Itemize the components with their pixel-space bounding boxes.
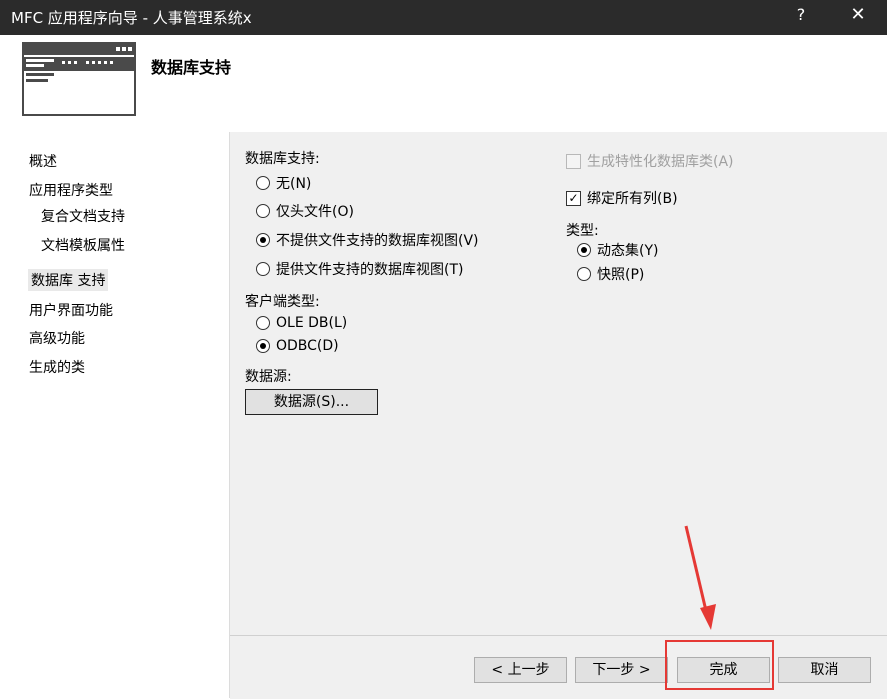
nav-item-compound-doc[interactable]: 复合文档支持: [41, 206, 125, 226]
type-label: 类型:: [566, 223, 599, 239]
custom-db-class-checkbox[interactable]: 生成特性化数据库类(A): [566, 151, 734, 171]
cancel-button[interactable]: 取消: [778, 657, 871, 683]
data-source-button[interactable]: 数据源(S)...: [245, 389, 378, 415]
radio-icon[interactable]: [256, 176, 270, 190]
nav-item-doc-template[interactable]: 文档模板属性: [41, 235, 125, 255]
db-option-view-no-file[interactable]: 不提供文件支持的数据库视图(V): [256, 230, 479, 250]
nav-item-app-type[interactable]: 应用程序类型: [29, 180, 113, 200]
type-option-dynaset[interactable]: 动态集(Y): [577, 240, 658, 260]
next-button[interactable]: 下一步 >: [575, 657, 668, 683]
window-title: MFC 应用程序向导 - 人事管理系统x: [11, 9, 252, 27]
radio-selected-icon[interactable]: [577, 243, 591, 257]
client-option-odbc[interactable]: ODBC(D): [256, 336, 339, 356]
db-option-view-with-file[interactable]: 提供文件支持的数据库视图(T): [256, 259, 463, 279]
wizard-logo-icon: [22, 42, 136, 120]
nav-item-generated-classes[interactable]: 生成的类: [29, 357, 85, 377]
nav-item-advanced[interactable]: 高级功能: [29, 328, 85, 348]
close-button[interactable]: ✕: [846, 4, 870, 25]
db-support-label: 数据库支持:: [245, 151, 320, 167]
bind-all-columns-checkbox[interactable]: ✓ 绑定所有列(B): [566, 188, 678, 208]
page-title: 数据库支持: [151, 58, 232, 77]
radio-selected-icon[interactable]: [256, 339, 270, 353]
radio-icon[interactable]: [256, 316, 270, 330]
client-option-oledb[interactable]: OLE DB(L): [256, 313, 347, 333]
checkbox-icon[interactable]: [566, 153, 581, 169]
help-button[interactable]: ?: [790, 5, 812, 24]
nav-item-database-support[interactable]: 数据库 支持: [28, 269, 109, 291]
db-option-none[interactable]: 无(N): [256, 173, 311, 193]
nav-item-ui-features[interactable]: 用户界面功能: [29, 300, 113, 320]
radio-icon[interactable]: [256, 262, 270, 276]
radio-icon[interactable]: [256, 204, 270, 218]
client-type-label: 客户端类型:: [245, 294, 320, 310]
prev-button[interactable]: < 上一步: [474, 657, 567, 683]
type-option-snapshot[interactable]: 快照(P): [577, 264, 644, 284]
db-option-header-only[interactable]: 仅头文件(O): [256, 201, 354, 221]
checkbox-checked-icon[interactable]: ✓: [566, 190, 581, 206]
annotation-highlight-box: [665, 640, 774, 690]
title-bar: MFC 应用程序向导 - 人事管理系统x ? ✕: [0, 0, 887, 35]
radio-icon[interactable]: [577, 267, 591, 281]
radio-selected-icon[interactable]: [256, 233, 270, 247]
nav-item-overview[interactable]: 概述: [29, 151, 57, 171]
annotation-arrow-icon: [684, 525, 716, 630]
data-source-label: 数据源:: [245, 369, 292, 385]
